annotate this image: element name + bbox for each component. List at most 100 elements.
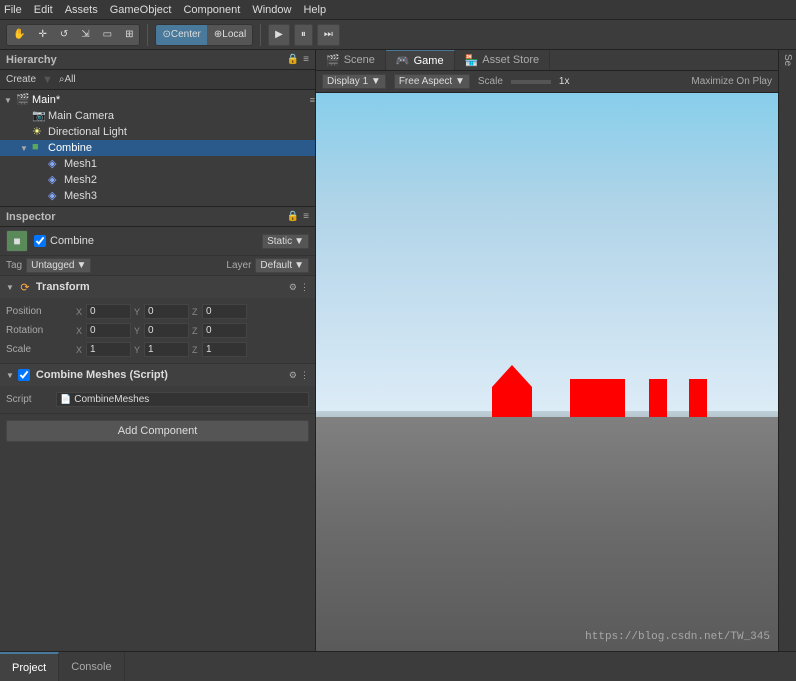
hierarchy-item-main[interactable]: ▼ 🎬 Main* ≡ — [0, 92, 315, 108]
hierarchy-item-mesh1[interactable]: ◈ Mesh1 — [0, 156, 315, 172]
hierarchy-item-mesh3[interactable]: ◈ Mesh3 — [0, 188, 315, 204]
hierarchy-create-button[interactable]: Create — [6, 74, 36, 85]
static-button[interactable]: Static ▼ — [262, 234, 309, 249]
combine-meshes-enabled-checkbox[interactable] — [18, 369, 30, 381]
combine-meshes-settings-icon[interactable]: ⚙ — [289, 370, 297, 381]
rot-y-axis: Y — [134, 326, 142, 336]
toolbar: ✋ ✛ ↺ ⇲ ▭ ⊞ ⊙ Center ⊕ Local ▶ ⏸ ⏭ — [0, 20, 796, 50]
hand-tool-button[interactable]: ✋ — [7, 24, 32, 46]
toolbar-sep-2 — [260, 24, 261, 46]
console-tab[interactable]: Console — [59, 652, 124, 681]
transform-component: ▼ ⟳ Transform ⚙ ⋮ Position — [0, 276, 315, 364]
hierarchy-item-light[interactable]: ☀ Directional Light — [0, 124, 315, 140]
move-tool-button[interactable]: ✛ — [32, 24, 53, 46]
menu-window[interactable]: Window — [252, 4, 291, 16]
hierarchy-controls: 🔒 ≡ — [287, 54, 309, 65]
transform-settings-icon[interactable]: ⚙ — [289, 282, 297, 293]
static-dropdown-icon: ▼ — [294, 236, 304, 247]
tag-layer-row: Tag Untagged ▼ Layer Default ▼ — [0, 256, 315, 276]
scl-x-input[interactable] — [86, 342, 131, 357]
pos-x-axis: X — [76, 307, 84, 317]
gameobject-icon: ■ — [13, 234, 20, 248]
play-button[interactable]: ▶ — [268, 24, 290, 46]
object-icon: ■ — [6, 230, 28, 252]
hierarchy-lock-icon[interactable]: 🔒 — [287, 54, 299, 65]
combine-meshes-body: Script 📄 CombineMeshes — [0, 386, 315, 413]
step-button[interactable]: ⏭ — [317, 24, 340, 46]
menu-edit[interactable]: Edit — [34, 4, 53, 16]
pos-z-field: Z — [192, 304, 247, 319]
aspect-select[interactable]: Free Aspect ▼ — [394, 74, 470, 89]
rot-z-input[interactable] — [202, 323, 247, 338]
menu-file[interactable]: File — [4, 4, 22, 16]
pos-y-input[interactable] — [144, 304, 189, 319]
project-tab[interactable]: Project — [0, 652, 59, 681]
display-select[interactable]: Display 1 ▼ — [322, 74, 386, 89]
main-scene-icon: 🎬 — [16, 93, 30, 107]
scl-y-input[interactable] — [144, 342, 189, 357]
combine-meshes-header[interactable]: ▼ Combine Meshes (Script) ⚙ ⋮ — [0, 364, 315, 386]
scl-y-axis: Y — [134, 345, 142, 355]
rot-y-input[interactable] — [144, 323, 189, 338]
hierarchy-item-combine[interactable]: ▼ ■ Combine — [0, 140, 315, 156]
rotation-label: Rotation — [6, 325, 76, 336]
transform-overflow-icon[interactable]: ⋮ — [300, 282, 309, 293]
far-right-panel: Se — [778, 50, 796, 651]
game-tab[interactable]: 🎮 Game — [386, 50, 455, 70]
pos-z-axis: Z — [192, 307, 200, 317]
watermark-text: https://blog.csdn.net/TW_345 — [585, 631, 770, 643]
pos-z-input[interactable] — [202, 304, 247, 319]
game-toolbar: Display 1 ▼ Free Aspect ▼ Scale 1x Maxim… — [316, 71, 778, 93]
ground — [316, 417, 778, 651]
hierarchy-search-button[interactable]: ⌕All — [59, 74, 76, 85]
static-label: Static — [267, 236, 292, 247]
left-panel: Hierarchy 🔒 ≡ Create ▼ ⌕All ▼ 🎬 Main* ≡ — [0, 50, 316, 651]
combine-arrow-icon: ▼ — [6, 371, 14, 380]
layer-select-button[interactable]: Default ▼ — [255, 258, 309, 273]
scene-tab[interactable]: 🎬 Scene — [316, 50, 386, 70]
house-body — [492, 387, 532, 417]
position-row: Position X Y Z — [6, 302, 309, 321]
asset-store-tab-label: Asset Store — [482, 54, 539, 66]
pos-x-input[interactable] — [86, 304, 131, 319]
combine-meshes-overflow-icon[interactable]: ⋮ — [300, 370, 309, 381]
menu-help[interactable]: Help — [303, 4, 326, 16]
center-button[interactable]: ⊙ Center — [156, 24, 207, 46]
rect-tool-button[interactable]: ▭ — [97, 24, 119, 46]
transform-tool-button[interactable]: ⊞ — [119, 24, 139, 46]
local-button[interactable]: ⊕ Local — [208, 24, 252, 46]
aspect-dropdown-icon: ▼ — [455, 76, 465, 87]
inspector-lock-icon[interactable]: 🔒 — [287, 211, 299, 222]
scale-tool-button[interactable]: ⇲ — [75, 24, 96, 46]
add-component-button[interactable]: Add Component — [6, 420, 309, 442]
hierarchy-item-camera[interactable]: 📷 Main Camera — [0, 108, 315, 124]
mesh1-icon: ◈ — [48, 157, 62, 171]
menu-gameobject[interactable]: GameObject — [110, 4, 172, 16]
object-active-checkbox[interactable] — [34, 235, 46, 247]
tag-label: Tag — [6, 260, 22, 271]
scl-z-axis: Z — [192, 345, 200, 355]
rotation-fields: X Y Z — [76, 323, 309, 338]
rotate-tool-button[interactable]: ↺ — [54, 24, 75, 46]
house-roof — [492, 365, 532, 387]
script-value: 📄 CombineMeshes — [56, 392, 309, 407]
scene-tab-icon: 🎬 — [326, 54, 340, 67]
hierarchy-menu-icon[interactable]: ≡ — [303, 54, 309, 65]
pause-button[interactable]: ⏸ — [294, 24, 313, 46]
hierarchy-item-mesh2[interactable]: ◈ Mesh2 — [0, 172, 315, 188]
asset-store-tab[interactable]: 🏪 Asset Store — [455, 50, 551, 70]
game-viewport: https://blog.csdn.net/TW_345 — [316, 93, 778, 651]
rot-x-input[interactable] — [86, 323, 131, 338]
tag-select-button[interactable]: Untagged ▼ — [26, 258, 91, 273]
inspector-menu-icon[interactable]: ≡ — [303, 211, 309, 222]
bottom-panel: Project Console — [0, 651, 796, 681]
scale-slider[interactable] — [511, 80, 551, 84]
mesh3-icon: ◈ — [48, 189, 62, 203]
mesh1-house-shape — [492, 365, 532, 417]
menu-assets[interactable]: Assets — [65, 4, 98, 16]
scl-z-input[interactable] — [202, 342, 247, 357]
hierarchy-header: Hierarchy 🔒 ≡ — [0, 50, 315, 70]
menu-component[interactable]: Component — [183, 4, 240, 16]
transform-component-header[interactable]: ▼ ⟳ Transform ⚙ ⋮ — [0, 276, 315, 298]
transform-settings: ⚙ ⋮ — [289, 282, 309, 293]
